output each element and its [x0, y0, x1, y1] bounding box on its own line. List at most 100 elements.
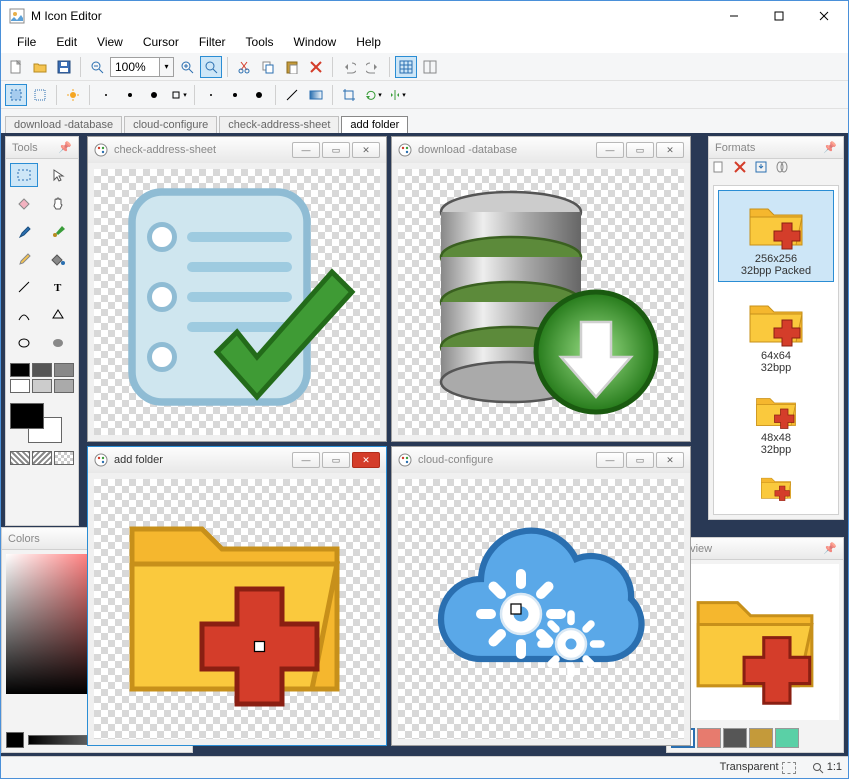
eraser-tool[interactable] [10, 191, 38, 215]
line-w1-icon[interactable] [200, 84, 222, 106]
add-format-icon[interactable] [713, 161, 731, 179]
paste-icon[interactable] [281, 56, 303, 78]
mdi-add-folder[interactable]: add folder —▭✕ [87, 446, 387, 746]
fill-tool[interactable] [44, 247, 72, 271]
pattern-swatch[interactable] [10, 451, 30, 465]
hand-tool[interactable] [44, 191, 72, 215]
select-lasso-icon[interactable] [29, 84, 51, 106]
text-tool[interactable]: T [44, 275, 72, 299]
maximize-button[interactable] [756, 1, 801, 31]
brush-size-2-icon[interactable] [119, 84, 141, 106]
pin-icon[interactable]: 📌 [58, 141, 72, 154]
new-file-icon[interactable] [5, 56, 27, 78]
format-item[interactable]: 256x256 32bpp Packed [718, 190, 834, 282]
swatch[interactable] [10, 363, 30, 377]
mdi-titlebar[interactable]: check-address-sheet —▭✕ [88, 137, 386, 163]
import-format-icon[interactable] [755, 161, 773, 179]
mdi-canvas[interactable] [94, 169, 380, 435]
crop-icon[interactable] [338, 84, 360, 106]
formats-list[interactable]: 256x256 32bpp Packed 64x64 32bpp 48x48 3… [713, 185, 839, 515]
mdi-close-icon[interactable]: ✕ [352, 142, 380, 158]
brush-tool[interactable] [44, 219, 72, 243]
format-item[interactable]: 64x64 32bpp [718, 288, 834, 378]
select-rect-icon[interactable] [5, 84, 27, 106]
pin-icon[interactable]: 📌 [823, 141, 837, 154]
rotate-icon[interactable]: ▾ [362, 84, 384, 106]
swatch[interactable] [32, 379, 52, 393]
preview-swatch[interactable] [749, 728, 773, 748]
close-button[interactable] [801, 1, 846, 31]
line-tool[interactable] [10, 275, 38, 299]
pattern-swatch[interactable] [32, 451, 52, 465]
line-w2-icon[interactable] [224, 84, 246, 106]
brush-size-1-icon[interactable] [95, 84, 117, 106]
mdi-max-icon[interactable]: ▭ [322, 452, 350, 468]
preview-swatch[interactable] [697, 728, 721, 748]
menu-window[interactable]: Window [284, 33, 347, 51]
eyedropper-tool[interactable] [10, 219, 38, 243]
copy-icon[interactable] [257, 56, 279, 78]
mdi-download-database[interactable]: download -database —▭✕ [391, 136, 691, 442]
flip-icon[interactable]: ▾ [386, 84, 408, 106]
shape-tool[interactable] [44, 303, 72, 327]
zoom-dropdown[interactable]: ▾ [160, 57, 174, 77]
mdi-close-icon[interactable]: ✕ [656, 452, 684, 468]
swatch[interactable] [32, 363, 52, 377]
mdi-close-icon[interactable]: ✕ [656, 142, 684, 158]
ellipse-fill-tool[interactable] [44, 331, 72, 355]
fg-color[interactable] [10, 403, 44, 429]
brush-size-3-icon[interactable] [143, 84, 165, 106]
mdi-min-icon[interactable]: — [292, 452, 320, 468]
zoom-combo[interactable]: ▾ [110, 57, 174, 77]
wand-icon[interactable] [62, 84, 84, 106]
menu-tools[interactable]: Tools [236, 33, 284, 51]
mdi-close-icon[interactable]: ✕ [352, 452, 380, 468]
save-icon[interactable] [53, 56, 75, 78]
zoom-input[interactable] [110, 57, 160, 77]
fg-bg-colors[interactable] [10, 403, 62, 443]
tab-add-folder[interactable]: add folder [341, 116, 408, 133]
menu-help[interactable]: Help [346, 33, 391, 51]
mdi-check-address-sheet[interactable]: check-address-sheet —▭✕ [87, 136, 387, 442]
mdi-max-icon[interactable]: ▭ [626, 452, 654, 468]
swatch[interactable] [54, 363, 74, 377]
mdi-titlebar[interactable]: download -database —▭✕ [392, 137, 690, 163]
tab-cloud-configure[interactable]: cloud-configure [124, 116, 217, 133]
mdi-titlebar[interactable]: cloud-configure —▭✕ [392, 447, 690, 473]
mdi-max-icon[interactable]: ▭ [626, 142, 654, 158]
export-format-icon[interactable] [776, 161, 794, 179]
brush-shape-icon[interactable]: ▾ [167, 84, 189, 106]
pin-icon[interactable]: 📌 [823, 542, 837, 555]
mdi-min-icon[interactable]: — [292, 142, 320, 158]
gradient-icon[interactable] [305, 84, 327, 106]
swatch[interactable] [54, 379, 74, 393]
menu-view[interactable]: View [87, 33, 133, 51]
menu-cursor[interactable]: Cursor [133, 33, 189, 51]
open-file-icon[interactable] [29, 56, 51, 78]
mdi-min-icon[interactable]: — [596, 142, 624, 158]
swatch[interactable] [10, 379, 30, 393]
line-style-icon[interactable] [281, 84, 303, 106]
menu-file[interactable]: File [7, 33, 46, 51]
zoom-out-icon[interactable] [86, 56, 108, 78]
mdi-canvas[interactable] [94, 479, 380, 739]
menu-filter[interactable]: Filter [189, 33, 236, 51]
preview-swatch[interactable] [775, 728, 799, 748]
current-color[interactable] [6, 732, 24, 748]
preview-swatch[interactable] [723, 728, 747, 748]
redo-icon[interactable] [362, 56, 384, 78]
line-w3-icon[interactable] [248, 84, 270, 106]
mdi-max-icon[interactable]: ▭ [322, 142, 350, 158]
pointer-tool[interactable] [44, 163, 72, 187]
delete-format-icon[interactable] [734, 161, 752, 179]
format-item[interactable] [718, 466, 834, 508]
minimize-button[interactable] [711, 1, 756, 31]
pattern-swatch[interactable] [54, 451, 74, 465]
delete-icon[interactable] [305, 56, 327, 78]
undo-icon[interactable] [338, 56, 360, 78]
split-icon[interactable] [419, 56, 441, 78]
mdi-canvas[interactable] [398, 169, 684, 435]
select-tool[interactable] [10, 163, 38, 187]
ellipse-tool[interactable] [10, 331, 38, 355]
mdi-canvas[interactable] [398, 479, 684, 739]
